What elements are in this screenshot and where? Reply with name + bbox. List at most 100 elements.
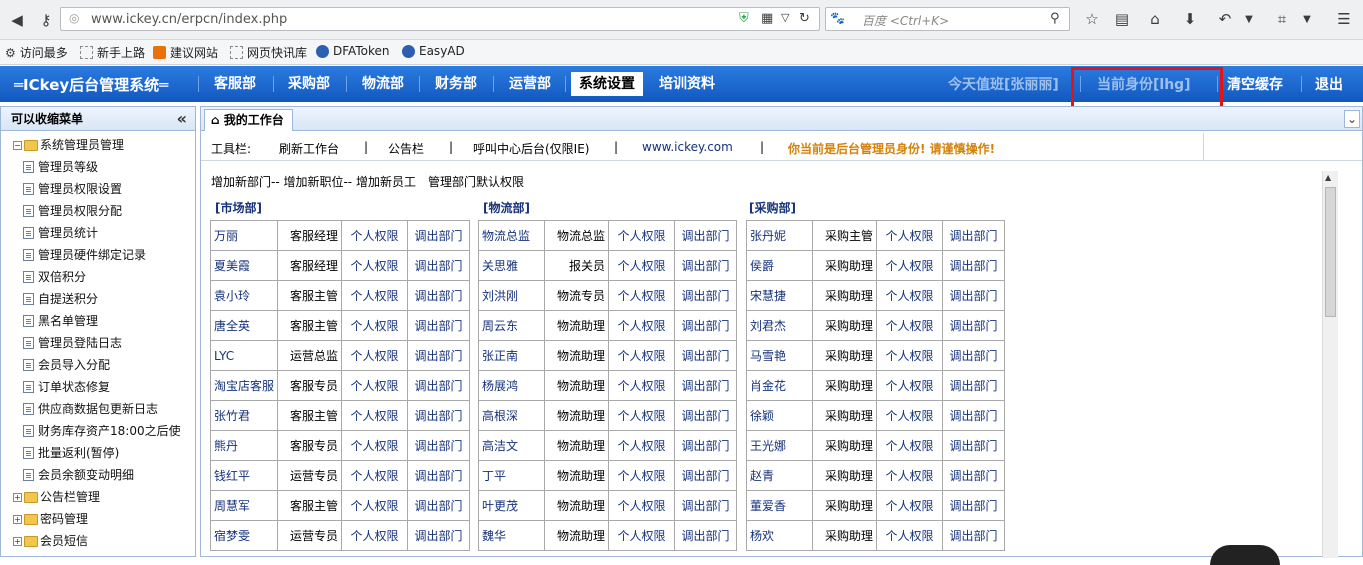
transfer-dept-link[interactable]: 调出部门 bbox=[407, 520, 471, 551]
qr-icon[interactable]: ▦ bbox=[761, 11, 773, 26]
scroll-up-icon[interactable]: ▲ bbox=[1325, 173, 1331, 182]
transfer-dept-link[interactable]: 调出部门 bbox=[942, 490, 1005, 521]
bookmark-suggested[interactable]: 建议网站 bbox=[153, 44, 218, 61]
staff-name[interactable]: 丁平 bbox=[478, 460, 545, 491]
transfer-dept-link[interactable]: 调出部门 bbox=[407, 340, 471, 371]
tree-item[interactable]: 管理员登陆日志 bbox=[23, 332, 122, 354]
tree-item[interactable]: 自提送积分 bbox=[23, 288, 98, 310]
staff-name[interactable]: 赵青 bbox=[746, 460, 813, 491]
personal-permission-link[interactable]: 个人权限 bbox=[341, 460, 409, 491]
transfer-dept-link[interactable]: 调出部门 bbox=[942, 400, 1005, 431]
staff-name[interactable]: 淘宝店客服 bbox=[209, 370, 279, 401]
staff-name[interactable]: 魏华 bbox=[478, 520, 545, 551]
vertical-scrollbar[interactable]: ▲ bbox=[1322, 171, 1338, 558]
tree-folder-notice[interactable]: + 公告栏管理 bbox=[13, 486, 100, 508]
transfer-dept-link[interactable]: 调出部门 bbox=[407, 370, 471, 401]
personal-permission-link[interactable]: 个人权限 bbox=[876, 280, 943, 311]
personal-permission-link[interactable]: 个人权限 bbox=[876, 250, 943, 281]
staff-name[interactable]: 杨欢 bbox=[746, 520, 813, 551]
shield-icon[interactable]: ⛨ bbox=[739, 11, 749, 26]
undo-icon[interactable]: ↶ bbox=[1215, 9, 1235, 29]
tree-item[interactable]: 订单状态修复 bbox=[23, 376, 110, 398]
transfer-dept-link[interactable]: 调出部门 bbox=[942, 340, 1005, 371]
personal-permission-link[interactable]: 个人权限 bbox=[608, 400, 675, 431]
transfer-dept-link[interactable]: 调出部门 bbox=[674, 490, 737, 521]
nav-finance[interactable]: 财务部 bbox=[427, 72, 485, 96]
personal-permission-link[interactable]: 个人权限 bbox=[608, 340, 675, 371]
transfer-dept-link[interactable]: 调出部门 bbox=[674, 280, 737, 311]
personal-permission-link[interactable]: 个人权限 bbox=[876, 310, 943, 341]
transfer-dept-link[interactable]: 调出部门 bbox=[942, 430, 1005, 461]
personal-permission-link[interactable]: 个人权限 bbox=[341, 220, 409, 251]
tree-item[interactable]: 会员导入分配 bbox=[23, 354, 110, 376]
staff-name[interactable]: 徐颖 bbox=[746, 400, 813, 431]
staff-name[interactable]: LYC bbox=[209, 340, 279, 371]
personal-permission-link[interactable]: 个人权限 bbox=[341, 370, 409, 401]
staff-name[interactable]: 王光娜 bbox=[746, 430, 813, 461]
personal-permission-link[interactable]: 个人权限 bbox=[341, 520, 409, 551]
search-box[interactable]: 🐾 百度 <Ctrl+K> ⚲ bbox=[825, 7, 1070, 31]
tree-item[interactable]: 黑名单管理 bbox=[23, 310, 98, 332]
staff-name[interactable]: 董爱香 bbox=[746, 490, 813, 521]
transfer-dept-link[interactable]: 调出部门 bbox=[407, 310, 471, 341]
staff-name[interactable]: 叶更茂 bbox=[478, 490, 545, 521]
personal-permission-link[interactable]: 个人权限 bbox=[608, 520, 675, 551]
staff-name[interactable]: 万丽 bbox=[209, 220, 279, 251]
transfer-dept-link[interactable]: 调出部门 bbox=[674, 460, 737, 491]
personal-permission-link[interactable]: 个人权限 bbox=[341, 490, 409, 521]
staff-name[interactable]: 夏美霞 bbox=[209, 250, 279, 281]
personal-permission-link[interactable]: 个人权限 bbox=[341, 400, 409, 431]
staff-name[interactable]: 钱红平 bbox=[209, 460, 279, 491]
download-icon[interactable]: ⬇ bbox=[1180, 9, 1200, 29]
bookmark-getting-started[interactable]: 新手上路 bbox=[80, 44, 145, 61]
transfer-dept-link[interactable]: 调出部门 bbox=[407, 460, 471, 491]
bookmark-most-visited[interactable]: ⚙ 访问最多 bbox=[5, 44, 68, 61]
staff-name[interactable]: 宿梦雯 bbox=[209, 520, 279, 551]
personal-permission-link[interactable]: 个人权限 bbox=[876, 430, 943, 461]
transfer-dept-link[interactable]: 调出部门 bbox=[674, 370, 737, 401]
reload-icon[interactable]: ↻ bbox=[799, 11, 810, 26]
staff-name[interactable]: 周慧军 bbox=[209, 490, 279, 521]
transfer-dept-link[interactable]: 调出部门 bbox=[407, 430, 471, 461]
personal-permission-link[interactable]: 个人权限 bbox=[608, 430, 675, 461]
nav-operations[interactable]: 运营部 bbox=[501, 72, 559, 96]
address-bar[interactable]: ◎ www.ickey.cn/erpcn/index.php ⛨ ▦ ▽ ↻ bbox=[60, 7, 820, 31]
transfer-dept-link[interactable]: 调出部门 bbox=[674, 310, 737, 341]
dept-admin-links[interactable]: 增加新部门-- 增加新职位-- 增加新员工 管理部门默认权限 bbox=[211, 173, 524, 190]
staff-name[interactable]: 侯爵 bbox=[746, 250, 813, 281]
ickey-site-link[interactable]: www.ickey.com bbox=[642, 140, 733, 154]
crop-dropdown-icon[interactable]: ▼ bbox=[1300, 9, 1314, 29]
transfer-dept-link[interactable]: 调出部门 bbox=[407, 400, 471, 431]
staff-name[interactable]: 关思雅 bbox=[478, 250, 545, 281]
personal-permission-link[interactable]: 个人权限 bbox=[608, 250, 675, 281]
personal-permission-link[interactable]: 个人权限 bbox=[876, 490, 943, 521]
personal-permission-link[interactable]: 个人权限 bbox=[876, 220, 943, 251]
bookmark-easyad[interactable]: EasyAD bbox=[402, 44, 465, 58]
staff-name[interactable]: 马雪艳 bbox=[746, 340, 813, 371]
transfer-dept-link[interactable]: 调出部门 bbox=[407, 490, 471, 521]
personal-permission-link[interactable]: 个人权限 bbox=[341, 280, 409, 311]
staff-name[interactable]: 唐全英 bbox=[209, 310, 279, 341]
personal-permission-link[interactable]: 个人权限 bbox=[876, 400, 943, 431]
nav-purchasing[interactable]: 采购部 bbox=[280, 72, 338, 96]
notice-board-link[interactable]: 公告栏 bbox=[388, 140, 424, 157]
tree-item[interactable]: 双倍积分 bbox=[23, 266, 86, 288]
tree-folder-password[interactable]: + 密码管理 bbox=[13, 508, 88, 530]
tree-item[interactable]: 批量返利(暂停) bbox=[23, 442, 119, 464]
tree-folder-admin[interactable]: − 系统管理员管理 bbox=[13, 134, 124, 156]
plus-icon[interactable]: + bbox=[13, 492, 22, 502]
staff-name[interactable]: 刘洪刚 bbox=[478, 280, 545, 311]
collapse-icon[interactable]: « bbox=[177, 107, 187, 131]
personal-permission-link[interactable]: 个人权限 bbox=[608, 310, 675, 341]
transfer-dept-link[interactable]: 调出部门 bbox=[942, 280, 1005, 311]
staff-name[interactable]: 熊丹 bbox=[209, 430, 279, 461]
scrollbar-thumb[interactable] bbox=[1325, 187, 1336, 317]
hamburger-menu-icon[interactable]: ☰ bbox=[1333, 9, 1355, 29]
plus-icon[interactable]: + bbox=[13, 536, 22, 546]
tree-item[interactable]: 管理员统计 bbox=[23, 222, 98, 244]
transfer-dept-link[interactable]: 调出部门 bbox=[674, 430, 737, 461]
transfer-dept-link[interactable]: 调出部门 bbox=[674, 340, 737, 371]
personal-permission-link[interactable]: 个人权限 bbox=[341, 250, 409, 281]
personal-permission-link[interactable]: 个人权限 bbox=[608, 370, 675, 401]
crop-icon[interactable]: ⌗ bbox=[1272, 9, 1292, 29]
